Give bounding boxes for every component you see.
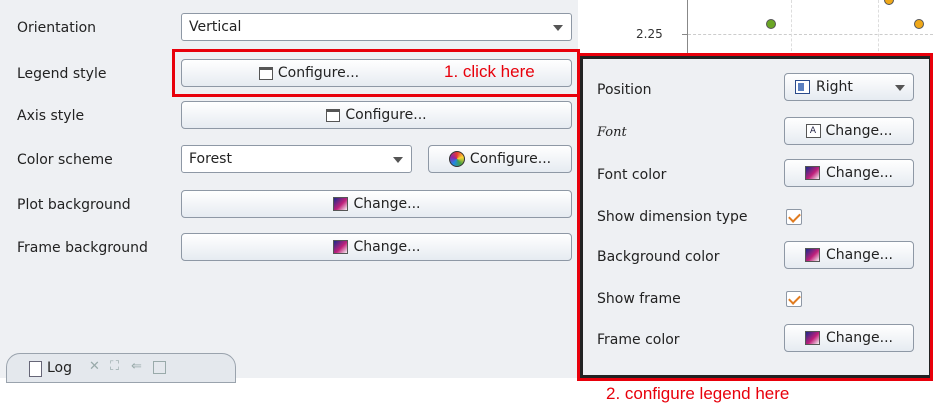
color-scheme-select[interactable]: Forest	[181, 145, 412, 173]
plot-change-label: Change...	[353, 196, 421, 212]
step2-highlight-box	[577, 53, 933, 381]
chart-preview: 2.25	[578, 0, 933, 56]
pin-icon[interactable]: ⇐	[131, 359, 142, 374]
orientation-select[interactable]: Vertical	[181, 13, 572, 41]
axis-style-label: Axis style	[17, 108, 85, 124]
data-point	[766, 19, 776, 29]
orientation-label: Orientation	[17, 20, 97, 36]
chevron-down-icon	[553, 25, 563, 31]
color-palette-icon	[448, 151, 465, 167]
chevron-down-icon	[393, 157, 403, 163]
color-scheme-configure-button[interactable]: Configure...	[428, 145, 572, 173]
window-icon	[326, 108, 341, 122]
frame-change-label: Change...	[353, 239, 421, 255]
axis-style-configure-button[interactable]: Configure...	[181, 101, 572, 129]
gridline	[688, 34, 933, 35]
y-tick	[682, 34, 687, 35]
close-icon[interactable]: ✕	[89, 359, 100, 374]
color-swatch-icon	[332, 240, 348, 254]
minimize-icon[interactable]	[153, 361, 166, 374]
plot-background-label: Plot background	[17, 197, 131, 213]
data-point	[914, 19, 924, 29]
gridline	[791, 0, 792, 56]
plot-background-change-button[interactable]: Change...	[181, 190, 572, 218]
step2-annotation: 2. configure legend here	[606, 384, 790, 403]
y-axis-line	[687, 0, 688, 56]
document-icon	[29, 361, 42, 377]
y-tick-label: 2.25	[636, 27, 663, 41]
color-scheme-value: Forest	[189, 151, 232, 167]
legend-style-label: Legend style	[17, 66, 107, 82]
axis-configure-label: Configure...	[345, 107, 427, 123]
data-point	[884, 0, 894, 5]
gridline	[878, 0, 879, 56]
color-scheme-label: Color scheme	[17, 152, 113, 168]
log-tab[interactable]: Log ✕ ⛶ ⇐	[6, 353, 236, 383]
color-swatch-icon	[332, 197, 348, 211]
orientation-value: Vertical	[189, 19, 242, 35]
frame-background-change-button[interactable]: Change...	[181, 233, 572, 261]
frame-background-label: Frame background	[17, 240, 148, 256]
log-tab-label: Log	[47, 360, 73, 376]
color-configure-label: Configure...	[469, 151, 552, 167]
step1-annotation: 1. click here	[444, 62, 535, 81]
maximize-icon[interactable]: ⛶	[110, 359, 119, 374]
